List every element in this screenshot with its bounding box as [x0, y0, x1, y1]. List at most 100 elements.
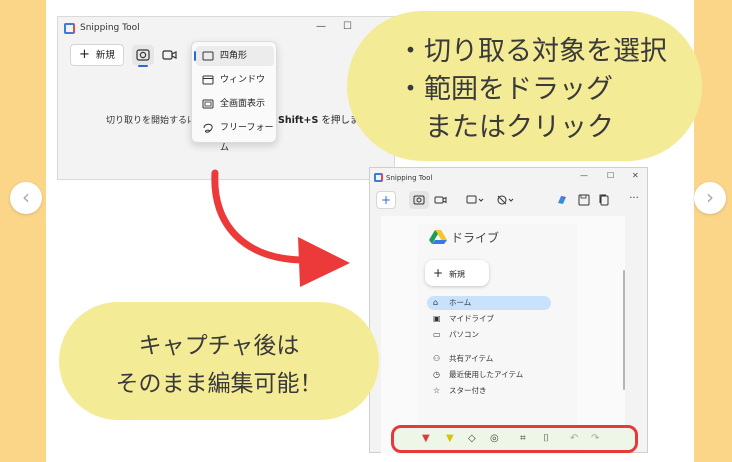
- my-drive-icon: ▣: [433, 314, 441, 323]
- fullscreen-icon: [202, 99, 214, 109]
- dropdown-item-rectangle[interactable]: 四角形: [194, 46, 274, 66]
- next-slide-button[interactable]: ›: [694, 182, 726, 214]
- ballpoint-pen-icon: ▼: [422, 433, 430, 444]
- dropdown-item-fullscreen[interactable]: 全画面表示: [196, 94, 274, 114]
- maximize-button[interactable]: ☐: [607, 171, 614, 180]
- camera-icon: [136, 49, 150, 61]
- copy-button[interactable]: [596, 191, 612, 209]
- crop-icon: ⌗: [520, 433, 526, 444]
- rectangle-icon: [202, 51, 214, 61]
- snip-mode-select[interactable]: [464, 191, 486, 209]
- snipping-tool-logo-icon: [64, 23, 75, 34]
- drive-nav-computer: ▭ パソコン: [427, 328, 479, 342]
- delay-select[interactable]: [494, 191, 516, 209]
- window-title: Snipping Tool: [386, 174, 433, 182]
- crop-button[interactable]: ⌗: [520, 433, 526, 445]
- previous-slide-button[interactable]: ‹: [10, 182, 42, 214]
- new-button[interactable]: + 新規: [70, 44, 124, 66]
- drive-nav-starred: ☆ スター付き: [427, 384, 487, 398]
- highlighter-button[interactable]: ▼: [446, 433, 454, 445]
- edit-bubble: キャプチャ後は そのまま編集可能！: [59, 302, 379, 420]
- copy-icon: [599, 194, 609, 206]
- plus-icon: +: [79, 47, 90, 62]
- drive-nav-label: マイドライブ: [449, 314, 494, 323]
- drive-nav-label: パソコン: [449, 330, 479, 339]
- drive-nav-label: 共有アイテム: [449, 354, 494, 363]
- instruction-line-2: ・範囲をドラッグ: [397, 74, 613, 105]
- edit-line-1: キャプチャ後は: [138, 333, 300, 359]
- snipping-tool-editor-window: Snipping Tool — ☐ ✕ + ··· ドライブ + 新規 ⌂ ホー…: [369, 167, 648, 454]
- google-drive-logo-icon: [429, 230, 447, 244]
- home-icon: ⌂: [433, 298, 439, 307]
- drive-nav-my-drive: ▣ マイドライブ: [427, 312, 494, 326]
- plus-icon: +: [433, 266, 444, 280]
- dropdown-item-freeform[interactable]: フリーフォーム: [196, 118, 274, 153]
- red-arrow: [211, 169, 350, 287]
- vertical-scrollbar[interactable]: [623, 270, 625, 390]
- video-camera-icon: [162, 50, 177, 60]
- freeform-icon: [203, 123, 213, 133]
- chevron-right-icon: ›: [706, 185, 714, 209]
- text-recognition-icon: ⌷: [543, 433, 549, 444]
- eraser-icon: ◇: [468, 433, 476, 444]
- instruction-bubble: ・切り取る対象を選択 ・範囲をドラッグ またはクリック: [347, 11, 702, 161]
- drive-new-button: + 新規: [425, 260, 489, 286]
- dropdown-item-window[interactable]: ウィンドウ: [196, 70, 274, 90]
- eraser-button[interactable]: ◇: [468, 433, 476, 445]
- video-mode-button[interactable]: [431, 191, 451, 209]
- drive-nav-label: ホーム: [449, 298, 472, 307]
- no-timer-icon: [497, 195, 514, 205]
- snipping-tool-logo-icon: [374, 173, 383, 182]
- drive-nav-recent: ◷ 最近使用したアイテム: [427, 368, 523, 382]
- shared-icon: ⚇: [433, 354, 441, 363]
- edit-toolbar: ▼ ▼ ◇ ◎ ⌗ ⌷ ↶ ↷: [391, 425, 638, 453]
- minimize-button[interactable]: —: [316, 21, 326, 32]
- snip-mode-dropdown: 四角形 ウィンドウ 全画面表示 フリーフォーム: [191, 41, 277, 153]
- minimize-button[interactable]: —: [580, 171, 588, 180]
- window-title: Snipping Tool: [80, 23, 140, 33]
- video-camera-icon: [434, 196, 447, 204]
- shapes-button[interactable]: ◎: [490, 433, 499, 445]
- edit-line-2: そのまま編集可能！: [115, 371, 323, 397]
- highlighter-icon: ▼: [446, 433, 454, 444]
- redo-icon: ↷: [591, 433, 600, 444]
- dropdown-item-label: 全画面表示: [220, 99, 266, 109]
- save-button[interactable]: [576, 191, 592, 209]
- drive-nav-label: スター付き: [449, 386, 487, 395]
- new-snip-button[interactable]: +: [376, 191, 396, 209]
- maximize-button[interactable]: ☐: [343, 21, 352, 32]
- shortcut-keys: Shift+S: [278, 115, 319, 126]
- instruction-line-3: またはクリック: [425, 112, 614, 143]
- drive-title: ドライブ: [451, 231, 500, 245]
- copilot-button[interactable]: [554, 191, 570, 209]
- drive-new-label: 新規: [449, 270, 466, 279]
- drive-nav-shared: ⚇ 共有アイテム: [427, 352, 493, 366]
- close-button[interactable]: ✕: [632, 171, 639, 180]
- hint-text: 切り取りを開始するに: [106, 116, 197, 126]
- captured-image: ドライブ + 新規 ⌂ ホーム ▣ マイドライブ ▭ パソコン ⚇ 共有アイテム …: [381, 216, 625, 454]
- ballpoint-pen-button[interactable]: ▼: [422, 433, 430, 445]
- new-button-label: 新規: [95, 50, 115, 61]
- dropdown-item-label: ウィンドウ: [220, 75, 266, 85]
- redo-button[interactable]: ↷: [591, 433, 599, 445]
- screenshot-mode-button[interactable]: [409, 191, 429, 209]
- chevron-left-icon: ‹: [22, 185, 30, 209]
- dropdown-item-label: 四角形: [220, 51, 248, 61]
- shapes-icon: ◎: [490, 433, 499, 444]
- video-mode-button[interactable]: [158, 45, 180, 65]
- camera-icon: [413, 195, 425, 205]
- rectangle-chevron-icon: [466, 195, 484, 204]
- text-recognition-button[interactable]: ⌷: [543, 433, 549, 445]
- save-icon: [578, 194, 590, 206]
- drive-nav-home: ⌂ ホーム: [427, 296, 551, 310]
- instruction-line-1: ・切り取る対象を選択: [397, 36, 667, 67]
- star-icon: ☆: [433, 386, 441, 395]
- undo-icon: ↶: [570, 433, 579, 444]
- drive-nav-label: 最近使用したアイテム: [449, 370, 524, 379]
- window-icon: [202, 75, 214, 85]
- computer-icon: ▭: [433, 330, 441, 339]
- copilot-icon: [558, 196, 566, 204]
- undo-button[interactable]: ↶: [570, 433, 578, 445]
- screenshot-mode-button[interactable]: [132, 45, 154, 67]
- more-options-button[interactable]: ···: [625, 190, 643, 208]
